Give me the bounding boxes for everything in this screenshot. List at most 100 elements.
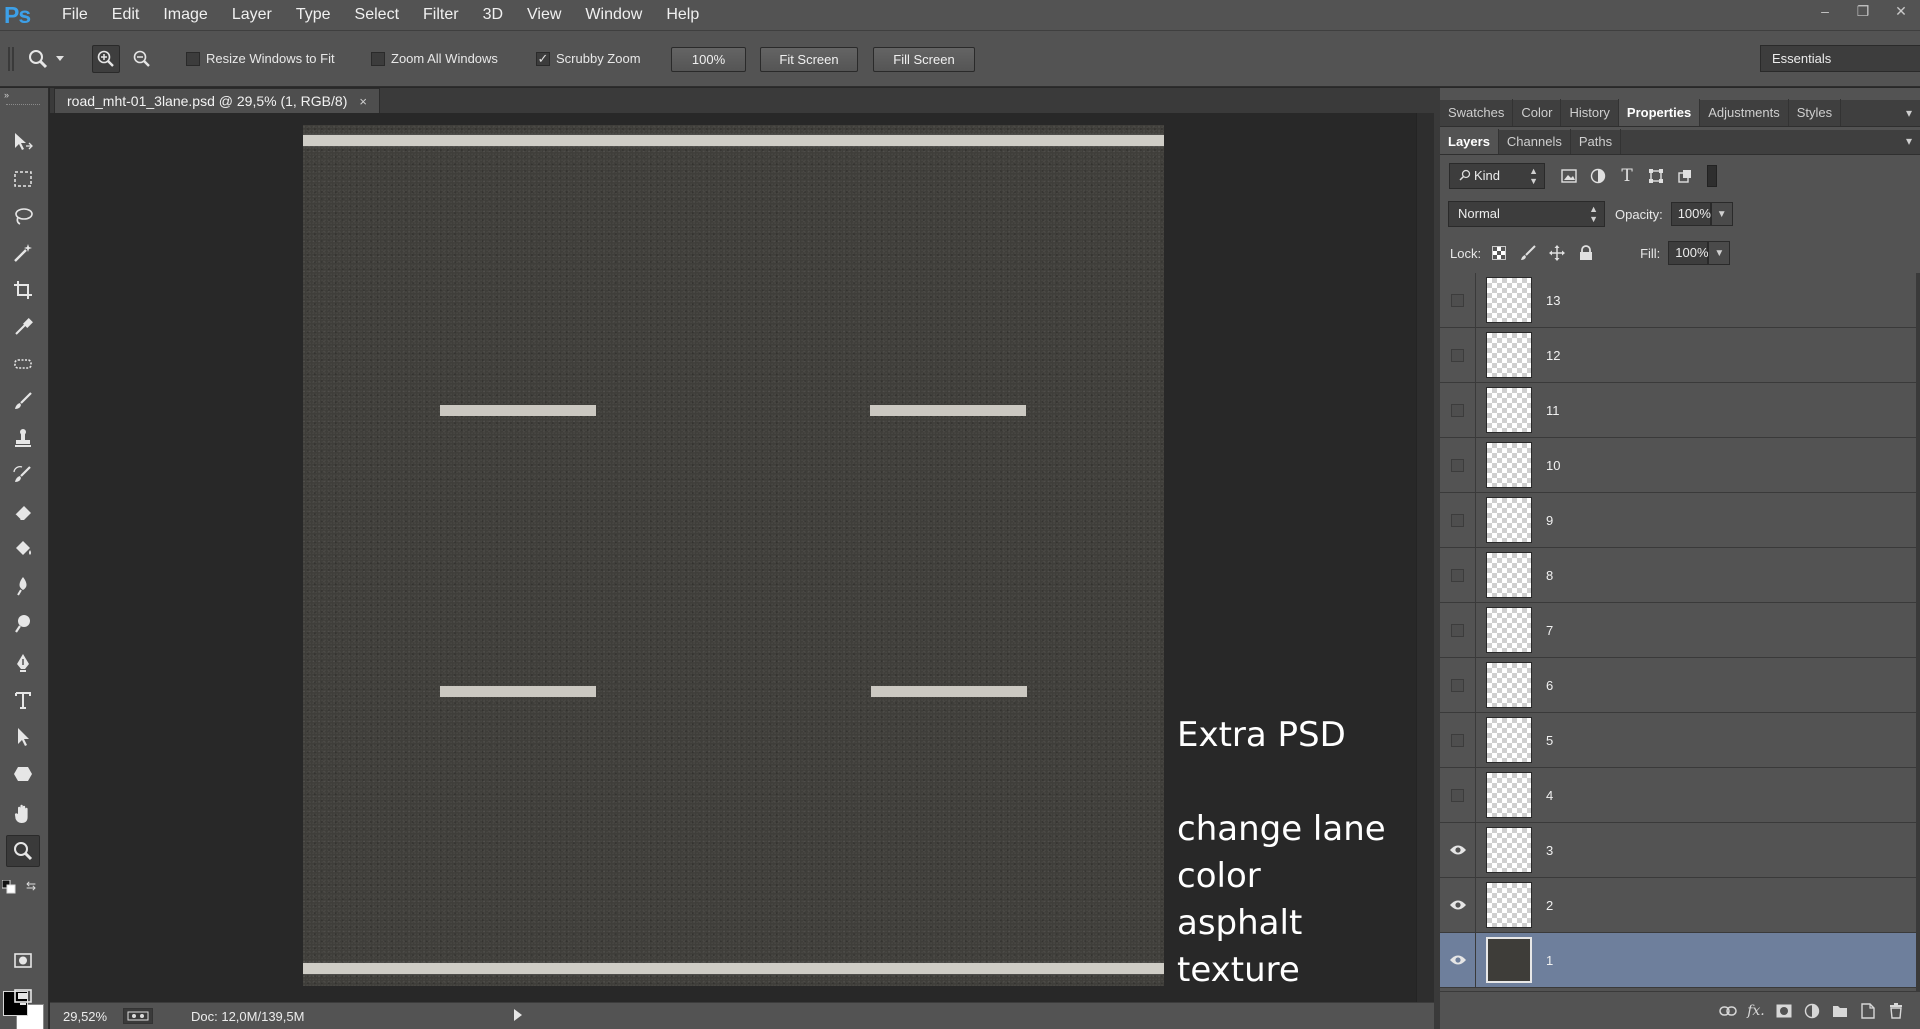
- zoom-all-windows-option[interactable]: Zoom All Windows: [371, 51, 498, 66]
- visibility-toggle[interactable]: [1440, 602, 1476, 658]
- visibility-toggle[interactable]: [1440, 822, 1476, 878]
- visibility-toggle[interactable]: [1440, 547, 1476, 603]
- menu-image[interactable]: Image: [151, 0, 219, 30]
- visibility-off-box[interactable]: [1451, 733, 1464, 747]
- status-menu-arrow-icon[interactable]: [513, 1008, 523, 1024]
- blur-tool-icon[interactable]: [6, 570, 40, 602]
- tab-history[interactable]: History: [1561, 99, 1619, 126]
- crop-tool-icon[interactable]: [6, 274, 40, 306]
- eye-icon[interactable]: [1449, 954, 1467, 966]
- menu-3d[interactable]: 3D: [471, 0, 515, 30]
- type-tool-icon[interactable]: [6, 684, 40, 716]
- opacity-dropdown-icon[interactable]: ▼: [1710, 202, 1733, 226]
- visibility-toggle[interactable]: [1440, 767, 1476, 823]
- layer-row[interactable]: 8: [1440, 547, 1916, 603]
- layer-name[interactable]: 7: [1546, 623, 1553, 638]
- visibility-off-box[interactable]: [1451, 293, 1464, 307]
- visibility-toggle[interactable]: [1440, 327, 1476, 383]
- layer-name[interactable]: 1: [1546, 953, 1553, 968]
- visibility-off-box[interactable]: [1451, 788, 1464, 802]
- status-preview-icon[interactable]: [123, 1008, 153, 1024]
- menu-window[interactable]: Window: [573, 0, 654, 30]
- tab-channels[interactable]: Channels: [1499, 129, 1571, 154]
- visibility-off-box[interactable]: [1451, 678, 1464, 692]
- blend-mode-select[interactable]: Normal ▲ ▼: [1448, 201, 1605, 227]
- quick-mask-icon[interactable]: [6, 944, 40, 976]
- link-layers-icon[interactable]: [1714, 997, 1742, 1025]
- tab-styles[interactable]: Styles: [1789, 99, 1842, 126]
- opacity-input[interactable]: 100%: [1670, 202, 1711, 226]
- close-tab-icon[interactable]: ×: [359, 94, 367, 109]
- layer-name[interactable]: 8: [1546, 568, 1553, 583]
- visibility-toggle[interactable]: [1440, 712, 1476, 768]
- menu-view[interactable]: View: [515, 0, 573, 30]
- scrubby-zoom-checkbox[interactable]: ✓: [536, 51, 550, 66]
- filter-smart-object-icon[interactable]: [1673, 164, 1697, 188]
- menu-file[interactable]: File: [48, 0, 100, 30]
- layer-name[interactable]: 2: [1546, 898, 1553, 913]
- layer-row[interactable]: 10: [1440, 437, 1916, 493]
- layers-list[interactable]: 13 12 11 10 9 8 7 6 5 4 3 2 1: [1440, 273, 1920, 991]
- visibility-off-box[interactable]: [1451, 403, 1464, 417]
- eye-icon[interactable]: [1449, 899, 1467, 911]
- layer-name[interactable]: 5: [1546, 733, 1553, 748]
- add-mask-icon[interactable]: [1770, 997, 1798, 1025]
- restore-button[interactable]: ❐: [1844, 0, 1882, 22]
- marquee-tool-icon[interactable]: [6, 163, 40, 195]
- panel-menu-icon[interactable]: ▾: [1906, 106, 1912, 120]
- hand-tool-icon[interactable]: [6, 798, 40, 830]
- visibility-toggle[interactable]: [1440, 382, 1476, 438]
- eyedropper-tool-icon[interactable]: [6, 311, 40, 343]
- lasso-tool-icon[interactable]: [6, 200, 40, 232]
- new-group-icon[interactable]: [1826, 997, 1854, 1025]
- visibility-toggle[interactable]: [1440, 492, 1476, 548]
- default-colors-icon[interactable]: [1, 879, 16, 894]
- delete-layer-icon[interactable]: [1882, 997, 1910, 1025]
- layer-name[interactable]: 13: [1546, 293, 1560, 308]
- tab-layers[interactable]: Layers: [1440, 129, 1499, 154]
- filter-type-icon[interactable]: T: [1615, 164, 1639, 188]
- layer-name[interactable]: 4: [1546, 788, 1553, 803]
- paint-bucket-tool-icon[interactable]: [6, 533, 40, 565]
- visibility-toggle[interactable]: [1440, 932, 1476, 988]
- layers-panel-menu-icon[interactable]: ▾: [1906, 134, 1912, 148]
- layer-name[interactable]: 12: [1546, 348, 1560, 363]
- menu-filter[interactable]: Filter: [411, 0, 471, 30]
- lock-position-icon[interactable]: [1545, 241, 1569, 265]
- brush-tool-icon[interactable]: [6, 385, 40, 417]
- close-button[interactable]: ✕: [1882, 0, 1920, 22]
- zoom-all-windows-checkbox[interactable]: [371, 51, 385, 66]
- zoom-level[interactable]: 29,52%: [63, 1009, 123, 1024]
- menu-type[interactable]: Type: [284, 0, 343, 30]
- menu-help[interactable]: Help: [654, 0, 711, 30]
- layer-row[interactable]: 9: [1440, 492, 1916, 548]
- visibility-off-box[interactable]: [1451, 568, 1464, 582]
- zoom-out-icon[interactable]: [128, 45, 156, 73]
- vertical-scrollbar[interactable]: [1416, 113, 1434, 1002]
- tab-adjustments[interactable]: Adjustments: [1700, 99, 1789, 126]
- layer-row[interactable]: 6: [1440, 657, 1916, 713]
- layer-row[interactable]: 2: [1440, 877, 1916, 933]
- minimize-button[interactable]: –: [1806, 0, 1844, 22]
- visibility-toggle[interactable]: [1440, 273, 1476, 328]
- visibility-off-box[interactable]: [1451, 348, 1464, 362]
- zoom-100-button[interactable]: 100%: [671, 47, 746, 72]
- filter-shape-icon[interactable]: [1644, 164, 1668, 188]
- new-layer-icon[interactable]: [1854, 997, 1882, 1025]
- screen-mode-icon[interactable]: [6, 981, 40, 1013]
- layer-row[interactable]: 13: [1440, 273, 1916, 328]
- clone-stamp-tool-icon[interactable]: [6, 422, 40, 454]
- collapse-icon[interactable]: »: [4, 90, 18, 100]
- fill-screen-button[interactable]: Fill Screen: [873, 47, 975, 72]
- layer-name[interactable]: 3: [1546, 843, 1553, 858]
- document-canvas[interactable]: [303, 125, 1164, 986]
- layer-name[interactable]: 9: [1546, 513, 1553, 528]
- dodge-tool-icon[interactable]: [6, 607, 40, 639]
- swap-colors-icon[interactable]: ⇆: [26, 879, 40, 893]
- layer-row[interactable]: 11: [1440, 382, 1916, 438]
- visibility-off-box[interactable]: [1451, 458, 1464, 472]
- tab-color[interactable]: Color: [1513, 99, 1562, 126]
- visibility-toggle[interactable]: [1440, 437, 1476, 493]
- history-brush-tool-icon[interactable]: [6, 459, 40, 491]
- eraser-tool-icon[interactable]: [6, 496, 40, 528]
